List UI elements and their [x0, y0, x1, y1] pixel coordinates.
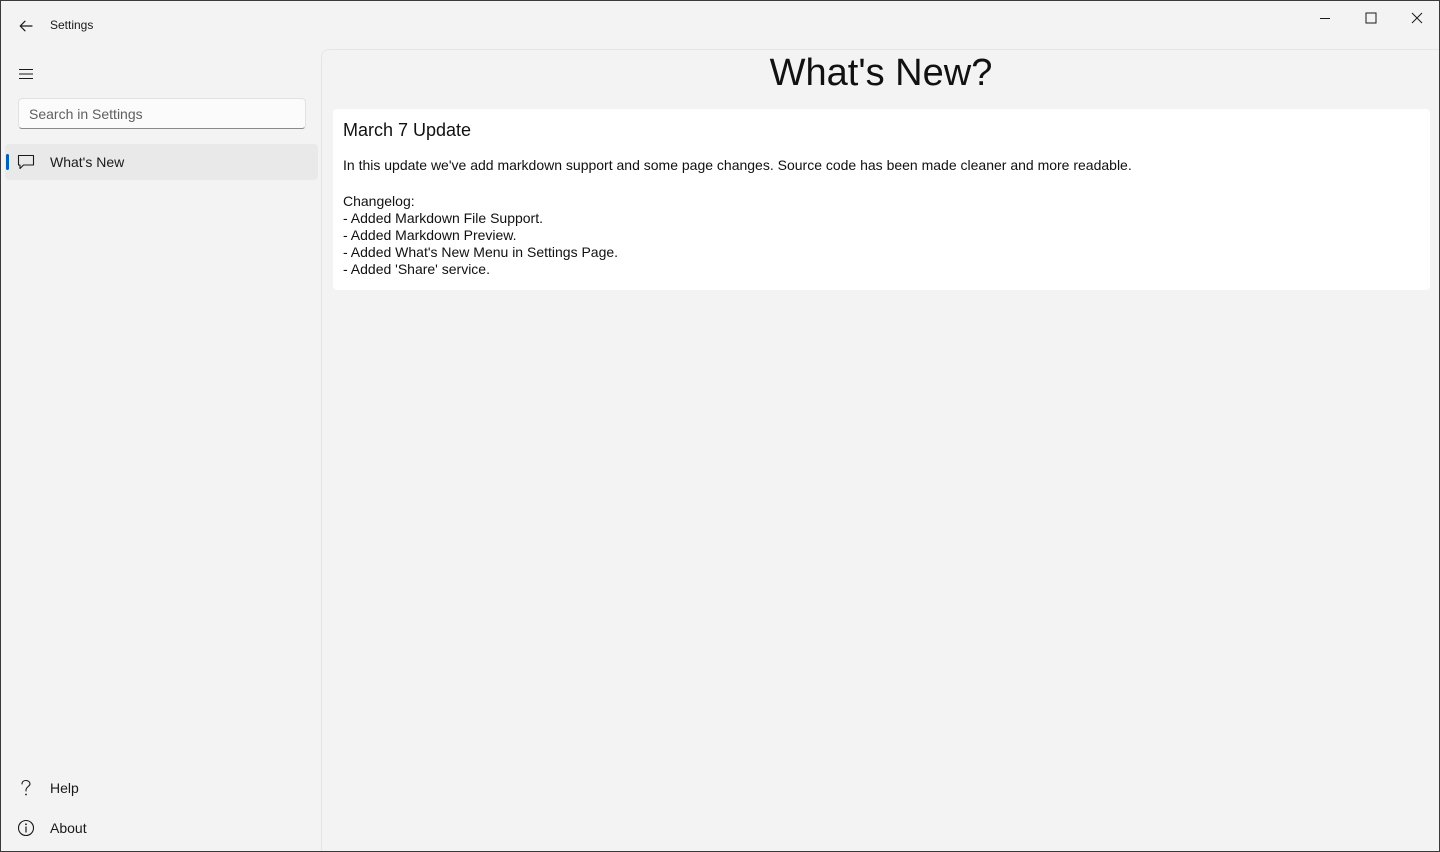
arrow-left-icon — [19, 20, 33, 32]
close-icon — [1411, 12, 1423, 24]
hamburger-icon — [19, 69, 33, 79]
nav-item-label: About — [50, 820, 87, 836]
back-button[interactable] — [11, 11, 41, 41]
update-intro: In this update we've add markdown suppor… — [343, 157, 1132, 173]
nav-item-about[interactable]: About — [5, 810, 318, 846]
changelog-item: - Added Markdown Preview. — [343, 227, 517, 243]
nav-item-help[interactable]: Help — [5, 770, 318, 806]
update-body: In this update we've add markdown suppor… — [343, 157, 1420, 278]
maximize-button[interactable] — [1348, 1, 1394, 35]
app-title: Settings — [50, 18, 94, 32]
title-bar: Settings — [1, 1, 1439, 49]
nav-item-label: What's New — [50, 154, 125, 170]
changelog-item: - Added Markdown File Support. — [343, 210, 543, 226]
content-frame: What's New? March 7 Update In this updat… — [321, 49, 1439, 851]
comment-icon — [17, 153, 35, 171]
changelog-item: - Added What's New Menu in Settings Page… — [343, 244, 619, 260]
minimize-button[interactable] — [1302, 1, 1348, 35]
changelog-heading: Changelog: — [343, 193, 415, 209]
search-input[interactable] — [18, 98, 306, 129]
changelog-item: - Added 'Share' service. — [343, 261, 490, 277]
page-title: What's New? — [769, 52, 993, 94]
info-icon — [17, 819, 35, 837]
close-button[interactable] — [1394, 1, 1440, 35]
settings-window: Settings Search in Settings What's New H… — [0, 0, 1440, 852]
minimize-icon — [1320, 18, 1330, 19]
question-icon — [17, 779, 35, 797]
nav-item-label: Help — [50, 780, 79, 796]
maximize-icon — [1365, 12, 1377, 24]
update-card: March 7 Update In this update we've add … — [333, 109, 1430, 290]
navigation-pane: What's New Help About — [1, 49, 321, 851]
menu-toggle-button[interactable] — [11, 59, 41, 89]
nav-item-whats-new[interactable]: What's New — [5, 144, 318, 180]
selection-indicator — [6, 154, 9, 170]
update-title: March 7 Update — [343, 120, 472, 140]
